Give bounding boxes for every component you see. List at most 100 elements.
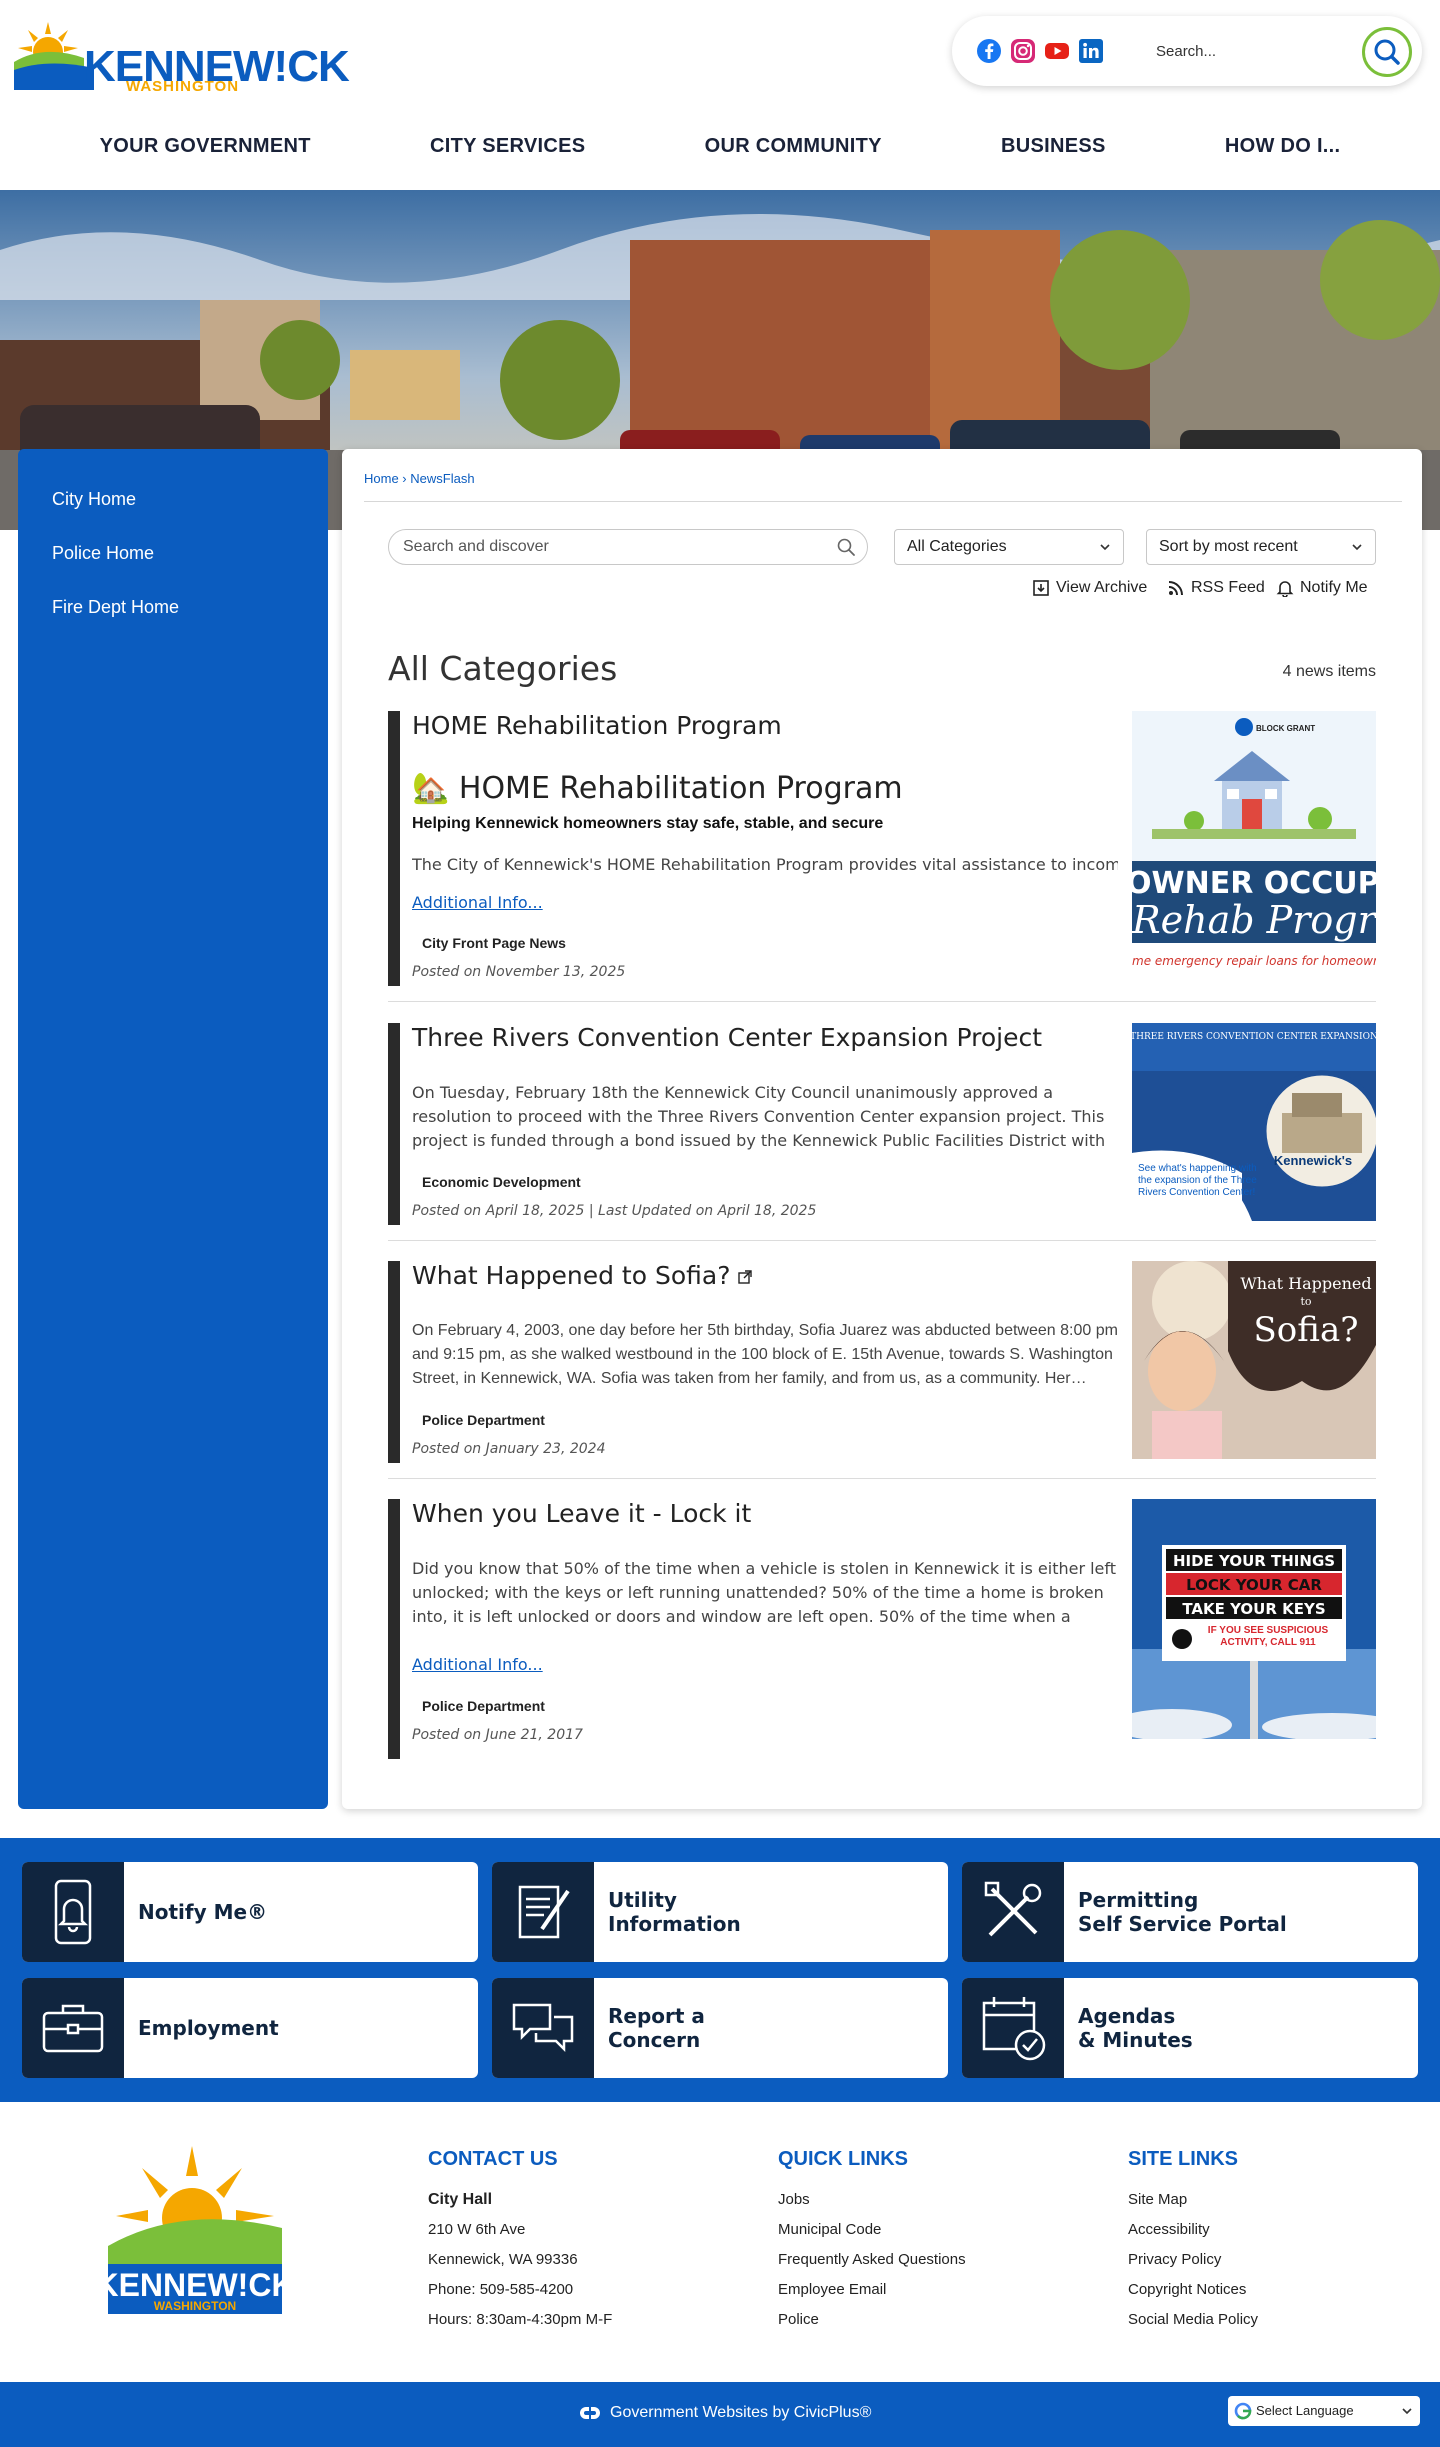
- additional-info-link[interactable]: Additional Info...: [412, 893, 543, 912]
- footer-contact-city: Kennewick, WA 99336: [428, 2251, 578, 2268]
- search-icon[interactable]: [836, 537, 856, 557]
- nav-your-government[interactable]: YOUR GOVERNMENT: [90, 127, 321, 166]
- quick-link-label: Report a Concern: [608, 2004, 705, 2052]
- sidebar-item-city-home[interactable]: City Home: [18, 479, 328, 533]
- footer-city-logo[interactable]: KENNEW!CK WASHINGTON: [95, 2146, 295, 2320]
- footer-logo-graphic: KENNEW!CK WASHINGTON: [95, 2146, 295, 2314]
- sort-select-value: Sort by most recent: [1159, 538, 1298, 555]
- notify-me-label: Notify Me: [1300, 579, 1368, 596]
- site-search-button[interactable]: [1362, 27, 1412, 77]
- facebook-icon[interactable]: [976, 38, 1002, 64]
- instagram-icon[interactable]: [1010, 38, 1036, 64]
- sort-select[interactable]: Sort by most recent: [1146, 529, 1376, 565]
- news-title[interactable]: What Happened to Sofia?: [412, 1261, 753, 1290]
- bottom-bar: Government Websites by CivicPlus® Select…: [0, 2382, 1440, 2447]
- footer-link-social-media-policy[interactable]: Social Media Policy: [1128, 2305, 1258, 2335]
- sidebar-item-fire-dept-home[interactable]: Fire Dept Home: [18, 587, 328, 641]
- divider: [364, 501, 1402, 502]
- footer-link-employee-email[interactable]: Employee Email: [778, 2275, 966, 2305]
- image-headline: OWNER OCCUPIED: [1132, 866, 1376, 901]
- civicplus-link[interactable]: Government Websites by CivicPlus®: [578, 2404, 871, 2422]
- footer-site-links: SITE LINKS Site Map Accessibility Privac…: [1128, 2148, 1258, 2335]
- nav-business[interactable]: BUSINESS: [991, 127, 1116, 166]
- footer-link-accessibility[interactable]: Accessibility: [1128, 2215, 1258, 2245]
- news-image[interactable]: HIDE YOUR THINGS LOCK YOUR CAR TAKE YOUR…: [1132, 1499, 1376, 1739]
- quick-link-report-a-concern[interactable]: Report a Concern: [492, 1978, 948, 2078]
- news-image[interactable]: What Happened to Sofia?: [1132, 1261, 1376, 1459]
- news-count: 4 news items: [1282, 663, 1376, 680]
- view-archive-link[interactable]: View Archive: [1032, 579, 1147, 597]
- image-caption: me emergency repair loans for homeown: [1132, 954, 1376, 968]
- nav-our-community[interactable]: OUR COMMUNITY: [695, 127, 892, 166]
- quick-link-line-1: Permitting: [1078, 1888, 1199, 1912]
- quick-link-agendas-minutes[interactable]: Agendas & Minutes: [962, 1978, 1418, 2078]
- list-title: All Categories: [388, 649, 618, 688]
- language-select[interactable]: Select Language: [1228, 2396, 1420, 2426]
- footer-link-jobs[interactable]: Jobs: [778, 2185, 966, 2215]
- footer-link-municipal-code[interactable]: Municipal Code: [778, 2215, 966, 2245]
- news-item: When you Leave it - Lock it Did you know…: [388, 1499, 1376, 1759]
- nav-how-do-i[interactable]: HOW DO I...: [1215, 127, 1351, 166]
- news-inner-subheading: Helping Kennewick homeowners stay safe, …: [412, 815, 884, 832]
- chevron-down-icon: [1100, 544, 1110, 551]
- additional-info-link[interactable]: Additional Info...: [412, 1655, 543, 1674]
- footer-link-privacy-policy[interactable]: Privacy Policy: [1128, 2245, 1258, 2275]
- footer-link-faq[interactable]: Frequently Asked Questions: [778, 2245, 966, 2275]
- divider: [388, 1240, 1376, 1241]
- news-item: What Happened to Sofia? On February 4, 2…: [388, 1261, 1376, 1479]
- news-search-input[interactable]: [388, 529, 868, 565]
- category-select[interactable]: All Categories: [894, 529, 1124, 565]
- notify-me-link[interactable]: Notify Me: [1276, 579, 1368, 597]
- rss-feed-link[interactable]: RSS Feed: [1167, 579, 1265, 597]
- linkedin-icon[interactable]: [1078, 38, 1104, 64]
- divider: [388, 1001, 1376, 1002]
- nav-city-services[interactable]: CITY SERVICES: [420, 127, 595, 166]
- site-search-input[interactable]: [1156, 36, 1346, 66]
- news-date: Posted on January 23, 2024: [412, 1441, 606, 1457]
- quick-link-line-1: Agendas: [1078, 2004, 1176, 2028]
- quick-link-line-2: Information: [608, 1912, 741, 1936]
- news-category: Economic Development: [422, 1174, 581, 1190]
- sidebar-item-police-home[interactable]: Police Home: [18, 533, 328, 587]
- breadcrumb-home[interactable]: Home: [364, 471, 399, 486]
- quick-link-line-1: Utility: [608, 1888, 677, 1912]
- quick-link-line-1: Report a: [608, 2004, 705, 2028]
- external-link-icon: [738, 1270, 753, 1284]
- breadcrumb: Home › NewsFlash: [364, 471, 475, 486]
- quick-link-utility-information[interactable]: Utility Information: [492, 1862, 948, 1962]
- bell-icon: [1276, 581, 1294, 597]
- news-title[interactable]: Three Rivers Convention Center Expansion…: [412, 1023, 1042, 1052]
- rss-feed-label: RSS Feed: [1191, 579, 1265, 596]
- news-title-text: What Happened to Sofia?: [412, 1261, 731, 1290]
- image-line-2: LOCK YOUR CAR: [1186, 1576, 1322, 1594]
- sidebar: City Home Police Home Fire Dept Home: [18, 449, 328, 1809]
- city-logo[interactable]: KENNEW!CK WASHINGTON: [14, 18, 350, 95]
- news-accent-bar: [388, 711, 400, 986]
- quick-link-label: Agendas & Minutes: [1078, 2004, 1193, 2052]
- breadcrumb-current[interactable]: NewsFlash: [410, 471, 474, 486]
- news-date: Posted on April 18, 2025 | Last Updated …: [412, 1203, 817, 1219]
- site-header: KENNEW!CK WASHINGTON Search... YOUR GOVE…: [0, 0, 1440, 190]
- image-line-4: IF YOU SEE SUSPICIOUS ACTIVITY, CALL 911: [1207, 1625, 1329, 1648]
- youtube-icon[interactable]: [1044, 38, 1070, 64]
- news-image[interactable]: BLOCK GRANT OWNER OCCUPIED Rehab Program…: [1132, 711, 1376, 973]
- news-accent-bar: [388, 1261, 400, 1463]
- quick-link-employment[interactable]: Employment: [22, 1978, 478, 2078]
- footer-link-police[interactable]: Police: [778, 2305, 966, 2335]
- news-image[interactable]: THREE RIVERS CONVENTION CENTER EXPANSION…: [1132, 1023, 1376, 1221]
- image-connector: to: [1300, 1295, 1311, 1308]
- footer-logo-subtitle: WASHINGTON: [154, 2299, 236, 2313]
- quick-link-notify-me[interactable]: Notify Me®: [22, 1862, 478, 1962]
- news-item: Three Rivers Convention Center Expansion…: [388, 1023, 1376, 1241]
- footer-link-site-map[interactable]: Site Map: [1128, 2185, 1258, 2215]
- convention-center-graphic: THREE RIVERS CONVENTION CENTER EXPANSION…: [1132, 1023, 1376, 1221]
- news-title[interactable]: HOME Rehabilitation Program: [412, 711, 782, 740]
- image-name: Sofia?: [1254, 1310, 1359, 1350]
- footer-logo-wordmark: KENNEW!CK: [102, 2267, 288, 2303]
- footer-link-copyright-notices[interactable]: Copyright Notices: [1128, 2275, 1258, 2305]
- news-title[interactable]: When you Leave it - Lock it: [412, 1499, 751, 1528]
- quick-link-permitting[interactable]: Permitting Self Service Portal: [962, 1862, 1418, 1962]
- rss-icon: [1168, 581, 1183, 596]
- civicplus-label: Government Websites by CivicPlus®: [610, 2404, 872, 2421]
- civicplus-icon: [580, 2407, 600, 2419]
